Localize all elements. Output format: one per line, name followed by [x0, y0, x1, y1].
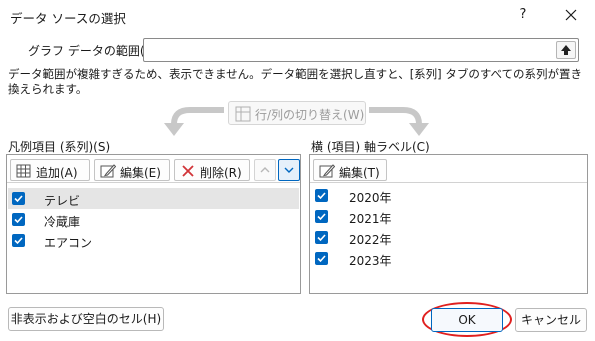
- axis-list-item[interactable]: 2023年: [311, 248, 586, 269]
- move-down-button[interactable]: [278, 159, 300, 181]
- switch-row-column-button[interactable]: 行/列の切り替え(W): [228, 101, 366, 125]
- close-icon: [565, 9, 577, 21]
- curved-arrow-right-icon: [369, 107, 429, 136]
- title-bar: データ ソースの選択 ?: [0, 0, 595, 32]
- delete-series-button[interactable]: 削除(R): [174, 159, 250, 181]
- legend-item-label: テレビ: [44, 194, 81, 208]
- axis-item-label: 2023年: [349, 254, 392, 268]
- legend-entries-panel: 追加(A) 編集(E) 削除(R) テレビ 冷蔵庫 エアコン: [6, 154, 301, 294]
- edit-axis-labels-button[interactable]: 編集(T): [313, 159, 387, 181]
- checkbox-checked-icon[interactable]: [315, 231, 328, 244]
- chevron-down-icon: [284, 167, 294, 173]
- checkbox-checked-icon[interactable]: [315, 189, 328, 202]
- axis-list-item[interactable]: 2022年: [311, 227, 586, 248]
- delete-series-label: 削除(R): [200, 166, 242, 180]
- edit-axis-labels-label: 編集(T): [339, 166, 380, 180]
- close-button[interactable]: [561, 5, 581, 25]
- axis-list-item[interactable]: 2020年: [311, 185, 586, 206]
- legend-toolbar: 追加(A) 編集(E) 削除(R): [7, 155, 300, 183]
- legend-item-label: エアコン: [44, 236, 93, 250]
- switch-row-column-icon: [235, 106, 251, 122]
- legend-list-item[interactable]: テレビ: [8, 188, 299, 209]
- edit-series-label: 編集(E): [120, 166, 161, 180]
- add-table-icon: [16, 164, 31, 178]
- checkbox-checked-icon[interactable]: [12, 234, 25, 247]
- edit-icon: [319, 164, 335, 178]
- move-up-button[interactable]: [254, 159, 276, 181]
- data-range-input[interactable]: [143, 38, 579, 62]
- switch-row-column-label: 行/列の切り替え(W): [255, 108, 365, 122]
- add-series-label: 追加(A): [36, 166, 78, 180]
- axis-list-item[interactable]: 2021年: [311, 206, 586, 227]
- axis-item-label: 2022年: [349, 233, 392, 247]
- checkbox-checked-icon[interactable]: [315, 252, 328, 265]
- help-button[interactable]: ?: [514, 7, 532, 25]
- axis-toolbar: 編集(T): [310, 155, 587, 183]
- dialog-title: データ ソースの選択: [10, 11, 126, 26]
- edit-series-button[interactable]: 編集(E): [94, 159, 170, 181]
- axis-item-label: 2021年: [349, 212, 392, 226]
- ok-button[interactable]: OK: [431, 308, 503, 332]
- checkbox-checked-icon[interactable]: [315, 210, 328, 223]
- curved-arrow-left-icon: [164, 107, 224, 136]
- legend-list-item[interactable]: エアコン: [8, 230, 299, 251]
- legend-item-label: 冷蔵庫: [44, 215, 81, 229]
- add-series-button[interactable]: 追加(A): [10, 159, 90, 181]
- chevron-up-icon: [260, 167, 270, 173]
- legend-list-item[interactable]: 冷蔵庫: [8, 209, 299, 230]
- axis-labels-title: 横 (項目) 軸ラベル(C): [311, 140, 430, 154]
- edit-icon: [100, 164, 116, 178]
- hidden-empty-cells-button[interactable]: 非表示および空白のセル(H): [8, 307, 164, 331]
- notice-text: データ範囲が複雑すぎるため、表示できません。データ範囲を選択し直すと、[系列] …: [8, 67, 583, 96]
- checkbox-checked-icon[interactable]: [12, 192, 25, 205]
- legend-entries-title: 凡例項目 (系列)(S): [8, 140, 111, 154]
- checkbox-checked-icon[interactable]: [12, 213, 25, 226]
- axis-labels-panel: 編集(T) 2020年 2021年 2022年 2023年: [309, 154, 588, 294]
- cancel-button[interactable]: キャンセル: [515, 308, 587, 332]
- collapse-range-button[interactable]: [556, 41, 576, 59]
- collapse-dialog-icon: [561, 45, 571, 55]
- delete-x-icon: [182, 165, 194, 177]
- axis-item-label: 2020年: [349, 191, 392, 205]
